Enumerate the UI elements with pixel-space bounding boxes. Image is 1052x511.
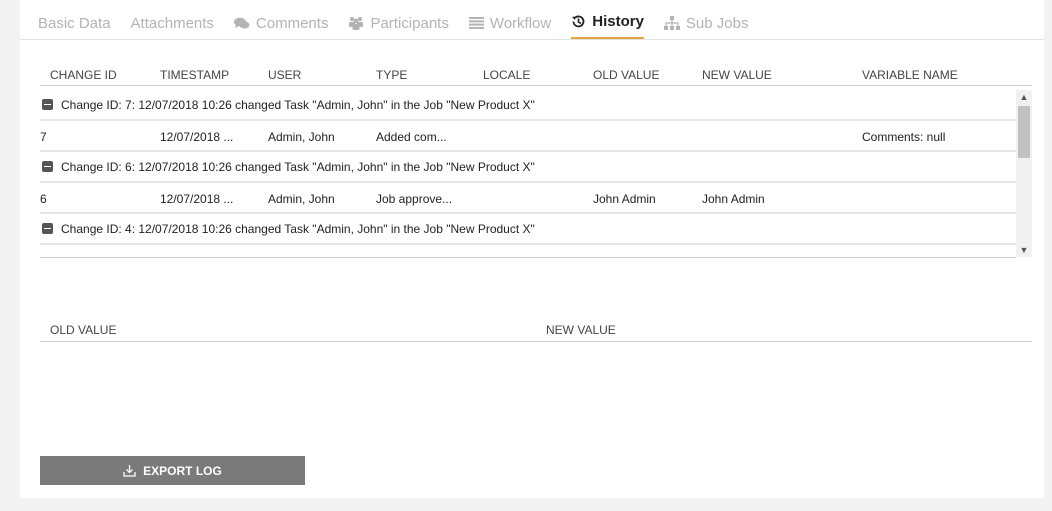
tab-label: Attachments xyxy=(130,14,214,32)
column-header-locale[interactable]: LOCALE xyxy=(483,68,530,82)
history-icon xyxy=(571,14,586,29)
column-header-change-id[interactable]: CHANGE ID xyxy=(50,68,117,82)
table-scrollbar[interactable]: ▲ ▼ xyxy=(1016,90,1032,257)
column-header-new-value[interactable]: NEW VALUE xyxy=(702,68,772,82)
group-row-change-7[interactable]: Change ID: 7: 12/07/2018 10:26 changed T… xyxy=(40,90,1016,121)
column-header-user[interactable]: USER xyxy=(268,68,301,82)
table-bottom-divider xyxy=(40,257,1016,258)
cell-user: Admin, John xyxy=(268,192,335,206)
tab-participants[interactable]: Participants xyxy=(348,5,449,41)
participants-icon xyxy=(348,16,364,30)
history-table-body: Change ID: 7: 12/07/2018 10:26 changed T… xyxy=(40,90,1016,257)
group-header-text: Change ID: 7: 12/07/2018 10:26 changed T… xyxy=(61,97,535,112)
column-header-variable-name[interactable]: VARIABLE NAME xyxy=(862,68,958,82)
tab-label: Participants xyxy=(370,14,449,32)
tab-comments[interactable]: Comments xyxy=(233,5,329,41)
group-header-text: Change ID: 4: 12/07/2018 10:26 changed T… xyxy=(61,221,535,236)
export-log-button[interactable]: EXPORT LOG xyxy=(40,456,305,485)
cell-timestamp: 12/07/2018 ... xyxy=(160,130,234,144)
column-header-timestamp[interactable]: TIMESTAMP xyxy=(160,68,229,82)
comments-icon xyxy=(233,17,250,30)
collapse-icon[interactable] xyxy=(42,161,53,172)
cell-type: Added com... xyxy=(376,130,447,144)
cell-variable-name: Comments: null xyxy=(862,130,946,144)
tab-label: Comments xyxy=(255,14,329,32)
cell-change-id: 7 xyxy=(40,130,47,144)
table-row[interactable]: 7 12/07/2018 ... Admin, John Added com..… xyxy=(40,121,1016,152)
workflow-icon xyxy=(468,17,484,29)
detail-old-value-label: OLD VALUE xyxy=(50,323,117,337)
tab-workflow[interactable]: Workflow xyxy=(468,5,552,41)
tab-label: History xyxy=(592,12,644,30)
tab-bar: Basic Data Attachments Comments Particip… xyxy=(20,0,1044,40)
scrollbar-thumb[interactable] xyxy=(1018,106,1030,158)
cell-type: Job approve... xyxy=(376,192,453,206)
collapse-icon[interactable] xyxy=(42,99,53,110)
tab-label: Workflow xyxy=(489,14,552,32)
cell-timestamp: 12/07/2018 ... xyxy=(160,192,234,206)
sitemap-icon xyxy=(663,16,680,30)
detail-new-value-label: NEW VALUE xyxy=(546,323,616,337)
cell-old-value: John Admin xyxy=(593,192,656,206)
history-table-header: CHANGE ID TIMESTAMP USER TYPE LOCALE OLD… xyxy=(40,58,1032,86)
column-header-old-value[interactable]: OLD VALUE xyxy=(593,68,659,82)
group-row-change-4[interactable]: Change ID: 4: 12/07/2018 10:26 changed T… xyxy=(40,214,1016,245)
cell-new-value: John Admin xyxy=(702,192,765,206)
table-row[interactable]: 6 12/07/2018 ... Admin, John Job approve… xyxy=(40,183,1016,214)
cell-change-id: 6 xyxy=(40,192,47,206)
scroll-down-arrow-icon[interactable]: ▼ xyxy=(1016,243,1032,257)
job-panel: Basic Data Attachments Comments Particip… xyxy=(20,0,1044,498)
tab-attachments[interactable]: Attachments xyxy=(131,5,214,41)
detail-header: OLD VALUE NEW VALUE xyxy=(40,318,1032,342)
scroll-up-arrow-icon[interactable]: ▲ xyxy=(1016,90,1032,104)
collapse-icon[interactable] xyxy=(42,223,53,234)
tab-label: Basic Data xyxy=(38,14,111,32)
column-header-type[interactable]: TYPE xyxy=(376,68,407,82)
tab-sub-jobs[interactable]: Sub Jobs xyxy=(663,5,749,41)
tab-basic-data[interactable]: Basic Data xyxy=(38,5,111,41)
group-header-text: Change ID: 6: 12/07/2018 10:26 changed T… xyxy=(61,159,535,174)
tab-history[interactable]: History xyxy=(571,5,644,39)
cell-user: Admin, John xyxy=(268,130,335,144)
tab-label: Sub Jobs xyxy=(685,14,749,32)
group-row-change-6[interactable]: Change ID: 6: 12/07/2018 10:26 changed T… xyxy=(40,152,1016,183)
download-icon xyxy=(123,464,136,477)
export-log-label: EXPORT LOG xyxy=(143,463,222,478)
